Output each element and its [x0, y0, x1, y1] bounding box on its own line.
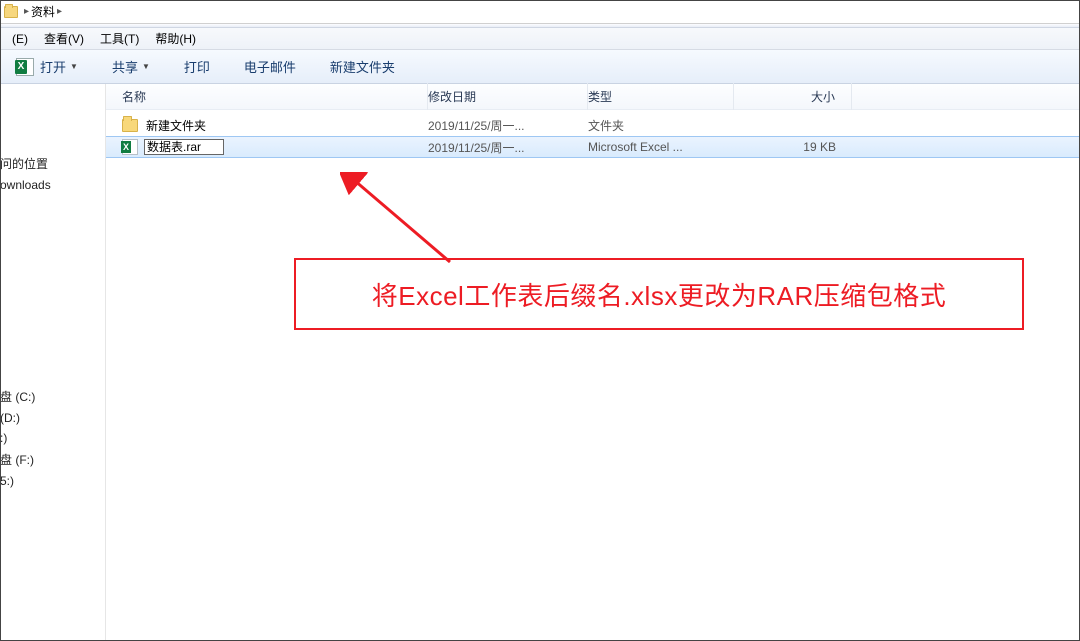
- sidebar-item-drive-e[interactable]: :): [0, 428, 105, 448]
- share-label: 共享: [112, 57, 138, 76]
- sidebar: 问的位置 ownloads 盘 (C:) (D:) :) 盘 (F:) 5:): [0, 84, 106, 641]
- column-name[interactable]: 名称: [118, 83, 428, 110]
- excel-icon: [122, 139, 138, 155]
- file-list-area: 名称 修改日期 类型 大小 新建文件夹 2019/11/25/周一... 文件夹…: [106, 84, 1080, 641]
- main-area: 问的位置 ownloads 盘 (C:) (D:) :) 盘 (F:) 5:) …: [0, 84, 1080, 641]
- column-headers: 名称 修改日期 类型 大小: [106, 84, 1080, 110]
- sidebar-item-drive-d[interactable]: (D:): [0, 408, 105, 428]
- sidebar-item-drive-f[interactable]: 盘 (F:): [0, 448, 105, 471]
- address-folder[interactable]: 资料: [31, 3, 55, 20]
- sidebar-item-downloads[interactable]: ownloads: [0, 175, 105, 195]
- open-label: 打开: [40, 57, 66, 76]
- print-button[interactable]: 打印: [174, 54, 220, 79]
- file-size: 19 KB: [734, 140, 852, 154]
- menu-view[interactable]: 查看(V): [36, 28, 92, 49]
- sidebar-item-drive-g[interactable]: 5:): [0, 471, 105, 491]
- sidebar-item-recent[interactable]: 问的位置: [0, 152, 105, 175]
- file-type: Microsoft Excel ...: [588, 140, 734, 154]
- menu-help[interactable]: 帮助(H): [147, 28, 204, 49]
- chevron-right-icon: ▸: [24, 6, 29, 17]
- annotation-arrow: [340, 172, 480, 272]
- file-date: 2019/11/25/周一...: [428, 117, 588, 134]
- file-name: 新建文件夹: [146, 117, 206, 134]
- sidebar-item-drive-c[interactable]: 盘 (C:): [0, 385, 105, 408]
- excel-icon: [16, 58, 34, 76]
- menu-bar: (E) 查看(V) 工具(T) 帮助(H): [0, 28, 1080, 50]
- email-button[interactable]: 电子邮件: [234, 54, 306, 79]
- file-row-selected[interactable]: 数据表.rar 2019/11/25/周一... Microsoft Excel…: [106, 136, 1080, 158]
- annotation-text: 将Excel工作表后缀名.xlsx更改为RAR压缩包格式: [372, 276, 946, 313]
- email-label: 电子邮件: [244, 57, 296, 76]
- new-folder-button[interactable]: 新建文件夹: [320, 54, 405, 79]
- file-type: 文件夹: [588, 117, 734, 134]
- file-date: 2019/11/25/周一...: [428, 139, 588, 156]
- rename-input[interactable]: 数据表.rar: [144, 139, 224, 155]
- folder-icon: [122, 119, 138, 132]
- chevron-down-icon: ▼: [70, 62, 78, 71]
- new-folder-label: 新建文件夹: [330, 57, 395, 76]
- menu-edit[interactable]: (E): [4, 30, 36, 48]
- chevron-right-icon: ▸: [57, 6, 62, 17]
- column-size[interactable]: 大小: [734, 83, 852, 110]
- annotation-box: 将Excel工作表后缀名.xlsx更改为RAR压缩包格式: [294, 258, 1024, 330]
- open-button[interactable]: 打开 ▼: [6, 54, 88, 79]
- print-label: 打印: [184, 57, 210, 76]
- column-type[interactable]: 类型: [588, 83, 734, 110]
- file-rows: 新建文件夹 2019/11/25/周一... 文件夹 数据表.rar 2019/…: [106, 110, 1080, 158]
- chevron-down-icon: ▼: [142, 62, 150, 71]
- file-row[interactable]: 新建文件夹 2019/11/25/周一... 文件夹: [106, 114, 1080, 136]
- column-date[interactable]: 修改日期: [428, 83, 588, 110]
- menu-tools[interactable]: 工具(T): [92, 28, 147, 49]
- toolbar: 打开 ▼ 共享 ▼ 打印 电子邮件 新建文件夹: [0, 50, 1080, 84]
- share-button[interactable]: 共享 ▼: [102, 54, 160, 79]
- address-bar[interactable]: ▸ 资料 ▸: [0, 0, 1080, 24]
- folder-icon: [4, 6, 18, 18]
